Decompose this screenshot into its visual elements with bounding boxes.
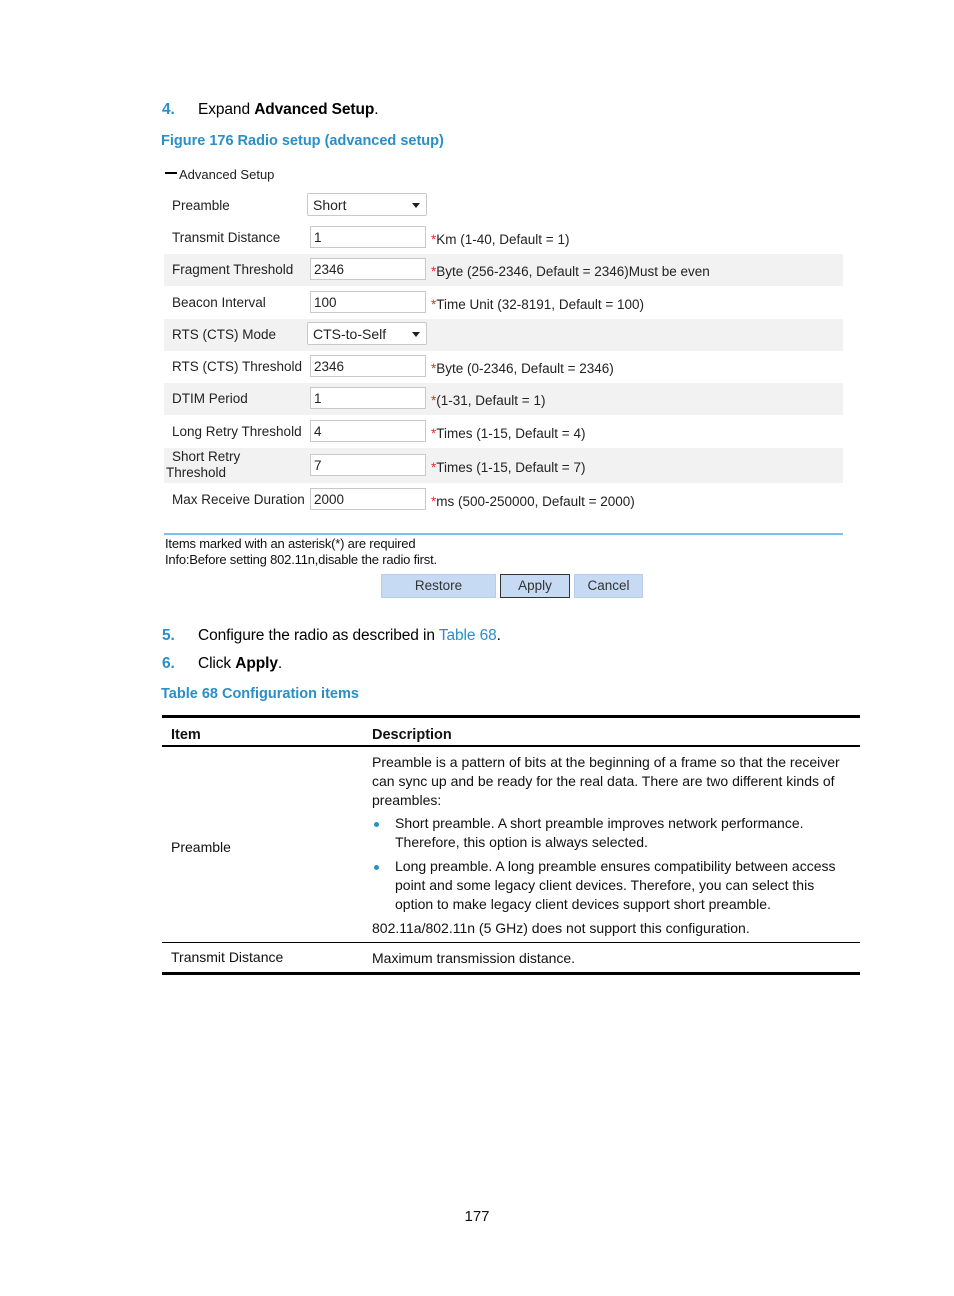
fragment-threshold-input[interactable]: 2346 [310, 258, 426, 280]
form-row-beacon-interval: Beacon Interval 100 *Time Unit (32-8191,… [164, 287, 843, 319]
minus-icon[interactable] [165, 171, 177, 174]
beacon-interval-input[interactable]: 100 [310, 291, 426, 313]
field-hint: *Time Unit (32-8191, Default = 100) [431, 297, 644, 312]
long-retry-threshold-input[interactable]: 4 [310, 420, 426, 442]
field-hint: *Times (1-15, Default = 7) [431, 460, 586, 475]
field-hint: *Km (1-40, Default = 1) [431, 232, 570, 247]
figure-caption: Figure 176 Radio setup (advanced setup) [161, 133, 444, 149]
description-cell: Preamble is a pattern of bits at the beg… [372, 753, 854, 938]
field-label: Transmit Distance [172, 230, 281, 245]
cancel-button[interactable]: Cancel [574, 574, 643, 598]
column-header-item: Item [171, 727, 201, 743]
chevron-down-icon [412, 203, 420, 208]
preamble-select[interactable]: Short [307, 193, 427, 216]
info-note: Info:Before setting 802.11n,disable the … [165, 552, 437, 567]
field-label: Preamble [172, 198, 230, 213]
restore-button[interactable]: Restore [381, 574, 496, 598]
field-hint: *Byte (0-2346, Default = 2346) [431, 361, 614, 376]
advanced-setup-toggle[interactable]: Advanced Setup [165, 167, 274, 182]
bullet-item: Long preamble. A long preamble ensures c… [372, 857, 854, 914]
configuration-table: Item Description Preamble Preamble is a … [162, 715, 860, 975]
divider [164, 533, 843, 535]
step-4: 4. Expand Advanced Setup. [162, 101, 379, 118]
bullet-list: Short preamble. A short preamble improve… [372, 814, 854, 914]
description-cell: Maximum transmission distance. [372, 950, 576, 966]
step-number: 5. [162, 627, 175, 644]
form-row-rts-cts-mode: RTS (CTS) Mode CTS-to-Self [164, 319, 843, 351]
field-hint: *ms (500-250000, Default = 2000) [431, 494, 635, 509]
max-receive-duration-input[interactable]: 2000 [310, 488, 426, 510]
short-retry-threshold-input[interactable]: 7 [310, 454, 426, 476]
step-number: 6. [162, 655, 175, 672]
apply-button[interactable]: Apply [500, 574, 570, 598]
field-label: Beacon Interval [172, 295, 266, 310]
field-label: Fragment Threshold [172, 262, 294, 277]
bullet-item: Short preamble. A short preamble improve… [372, 814, 854, 852]
table-header: Item Description [162, 718, 860, 745]
form-row-preamble: Preamble Short [164, 190, 843, 222]
field-label: Short Retry Threshold [166, 449, 241, 480]
bullet-icon [374, 865, 379, 870]
table-caption: Table 68 Configuration items [161, 686, 359, 702]
item-cell: Transmit Distance [171, 949, 284, 965]
step-5: 5. Configure the radio as described in Ta… [162, 627, 501, 644]
dtim-period-input[interactable]: 1 [310, 387, 426, 409]
field-hint: *(1-31, Default = 1) [431, 393, 546, 408]
form-row-dtim-period: DTIM Period 1 *(1-31, Default = 1) [164, 383, 843, 415]
form-row-max-receive-duration: Max Receive Duration 2000 *ms (500-25000… [164, 484, 843, 516]
table-row: Preamble Preamble is a pattern of bits a… [162, 747, 860, 942]
field-label: RTS (CTS) Threshold [172, 359, 303, 374]
rts-cts-threshold-input[interactable]: 2346 [310, 355, 426, 377]
chevron-down-icon [412, 332, 420, 337]
field-hint: *Byte (256-2346, Default = 2346)Must be … [431, 264, 710, 279]
field-label: Max Receive Duration [172, 492, 305, 507]
table-bottom-rule [162, 972, 860, 975]
transmit-distance-input[interactable]: 1 [310, 226, 426, 248]
table-row: Transmit Distance Maximum transmission d… [162, 943, 860, 972]
field-label: RTS (CTS) Mode [172, 327, 277, 342]
form-row-long-retry-threshold: Long Retry Threshold 4 *Times (1-15, Def… [164, 416, 843, 448]
form-row-fragment-threshold: Fragment Threshold 2346 *Byte (256-2346,… [164, 254, 843, 286]
rts-cts-mode-select[interactable]: CTS-to-Self [307, 322, 427, 345]
page-number: 177 [464, 1208, 490, 1225]
field-label: DTIM Period [172, 391, 248, 406]
form-row-transmit-distance: Transmit Distance 1 *Km (1-40, Default =… [164, 222, 843, 254]
form-row-rts-cts-threshold: RTS (CTS) Threshold 2346 *Byte (0-2346, … [164, 351, 843, 383]
step-number: 4. [162, 101, 175, 118]
table-68-link[interactable]: Table 68 [439, 627, 497, 644]
item-cell: Preamble [171, 839, 231, 855]
form-row-short-retry-threshold: Short Retry Threshold 7 *Times (1-15, Def… [164, 448, 843, 483]
column-header-description: Description [372, 727, 452, 743]
required-note: Items marked with an asterisk(*) are req… [165, 536, 416, 551]
field-label: Long Retry Threshold [172, 424, 302, 439]
bullet-icon [374, 822, 379, 827]
step-6: 6. Click Apply. [162, 655, 283, 672]
field-hint: *Times (1-15, Default = 4) [431, 426, 586, 441]
